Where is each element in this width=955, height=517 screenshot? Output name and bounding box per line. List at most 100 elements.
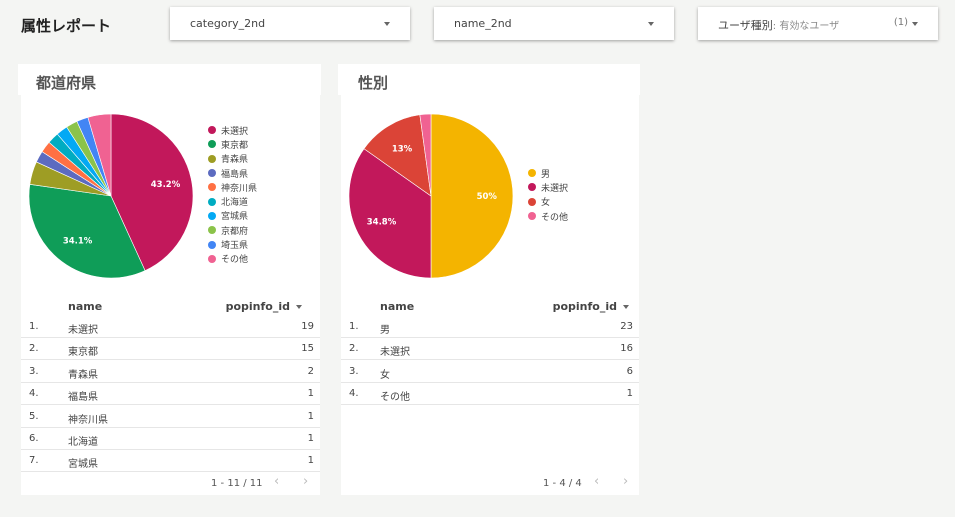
legend-label: 京都府 bbox=[221, 226, 249, 237]
prefecture-legend: 未選択東京都 青森県福島県 神奈川県北海道宮城県京都府埼玉県その他 bbox=[208, 123, 257, 266]
row-index: 4. bbox=[349, 388, 359, 400]
gender-col-value[interactable]: popinfo_id bbox=[553, 300, 629, 313]
prefecture-col-name[interactable]: name bbox=[68, 300, 102, 313]
legend-label: 男 bbox=[541, 169, 551, 180]
prefecture-pie-chart[interactable]: 43.2% 34.1% bbox=[21, 105, 201, 280]
row-value: 23 bbox=[620, 321, 633, 332]
category-filter[interactable]: category_2nd bbox=[170, 7, 410, 40]
legend-item[interactable]: 神奈川県 bbox=[208, 180, 257, 194]
row-name: 神奈川県 bbox=[68, 414, 108, 426]
category-filter-label: category_2nd bbox=[190, 17, 266, 30]
legend-item[interactable]: 京都府 bbox=[208, 223, 257, 237]
legend-item[interactable]: 青森県 bbox=[208, 152, 257, 166]
chevron-left-icon[interactable]: ‹ bbox=[274, 474, 279, 489]
row-value: 1 bbox=[626, 388, 633, 400]
prefecture-pager-text: 1 - 11 / 11 bbox=[211, 478, 263, 489]
legend-item[interactable]: 宮城県 bbox=[208, 209, 257, 223]
legend-item[interactable]: 東京都 bbox=[208, 137, 257, 151]
row-name: その他 bbox=[380, 392, 410, 404]
user-type-filter[interactable]: ユーザ種別: 有効なユーザ (1) bbox=[698, 7, 938, 40]
legend-dot-icon bbox=[528, 169, 536, 178]
legend-dot-icon bbox=[208, 140, 216, 149]
table-row[interactable]: 6. 北海道 1 bbox=[21, 428, 320, 450]
legend-dot-icon bbox=[208, 226, 216, 235]
row-value: 1 bbox=[307, 388, 314, 400]
row-name: 男 bbox=[380, 325, 390, 336]
table-row[interactable]: 7. 宮城県 1 bbox=[21, 450, 320, 473]
legend-dot-icon bbox=[208, 183, 216, 192]
chevron-right-icon[interactable]: › bbox=[623, 474, 628, 489]
legend-label: 未選択 bbox=[541, 183, 569, 194]
row-value: 19 bbox=[301, 321, 314, 332]
row-index: 1. bbox=[349, 321, 359, 332]
prefecture-card: 43.2% 34.1% 未選択 東京都 青森県 福島県 神奈川県 北海道 宮城県 京都府 埼玉県そ… bbox=[21, 95, 320, 495]
table-row[interactable]: 2. 東京都 15 bbox=[21, 338, 320, 361]
legend-label: その他 bbox=[221, 255, 249, 266]
table-row[interactable]: 1. 男 23 bbox=[341, 316, 639, 338]
legend-item[interactable]: 埼玉県 bbox=[208, 237, 257, 251]
row-name: 青森県 bbox=[68, 369, 98, 381]
legend-item[interactable]: 北海道 bbox=[208, 194, 257, 208]
legend-dot-icon bbox=[208, 254, 216, 263]
row-value: 1 bbox=[307, 410, 314, 422]
legend-item[interactable]: その他 bbox=[208, 252, 257, 266]
pie-slice-0[interactable] bbox=[430, 113, 514, 279]
legend-dot-icon bbox=[528, 197, 536, 206]
pie-data-label: 34.8% bbox=[367, 218, 397, 228]
pie-data-label: 50% bbox=[477, 192, 498, 202]
chevron-left-icon[interactable]: ‹ bbox=[594, 474, 599, 489]
legend-label: 東京都 bbox=[221, 140, 249, 151]
row-index: 3. bbox=[29, 365, 39, 377]
chevron-right-icon[interactable]: › bbox=[303, 474, 308, 489]
legend-label: 女 bbox=[541, 198, 551, 209]
legend-dot-icon bbox=[208, 240, 216, 249]
table-row[interactable]: 3. 女 6 bbox=[341, 361, 639, 383]
gender-pie-chart[interactable]: 50% 34.8% 13% bbox=[341, 105, 521, 280]
legend-label: 宮城県 bbox=[221, 212, 249, 223]
chevron-down-icon bbox=[648, 22, 654, 26]
legend-dot-icon bbox=[528, 183, 536, 192]
row-index: 3. bbox=[349, 365, 359, 377]
legend-label: 北海道 bbox=[221, 198, 249, 209]
legend-item[interactable]: 福島県 bbox=[208, 166, 257, 180]
table-row[interactable]: 4. 福島県 1 bbox=[21, 383, 320, 406]
prefecture-col-value[interactable]: popinfo_id bbox=[226, 300, 302, 313]
row-name: 宮城県 bbox=[68, 459, 98, 471]
table-row[interactable]: 1. 未選択 19 bbox=[21, 316, 320, 338]
legend-label: 未選択 bbox=[221, 126, 249, 137]
pie-data-label: 13% bbox=[392, 144, 413, 154]
name-filter[interactable]: name_2nd bbox=[434, 7, 674, 40]
table-row[interactable]: 5. 神奈川県 1 bbox=[21, 406, 320, 428]
row-index: 5. bbox=[29, 410, 39, 422]
row-name: 北海道 bbox=[68, 437, 98, 448]
gender-pager-text: 1 - 4 / 4 bbox=[543, 478, 582, 489]
legend-item[interactable]: 未選択 bbox=[208, 123, 257, 137]
legend-item[interactable]: 未選択 bbox=[528, 180, 568, 194]
prefecture-col-value-label: popinfo_id bbox=[225, 300, 290, 313]
row-value: 6 bbox=[626, 365, 633, 377]
gender-title-box: 性別 bbox=[338, 64, 640, 95]
legend-label: 埼玉県 bbox=[221, 241, 249, 252]
prefecture-title: 都道府県 bbox=[36, 74, 97, 92]
user-type-value: : 有効なユーザ bbox=[772, 21, 840, 32]
table-row[interactable]: 3. 青森県 2 bbox=[21, 361, 320, 383]
row-value: 16 bbox=[620, 343, 633, 355]
legend-item[interactable]: 男 bbox=[528, 166, 568, 180]
user-type-filter-label: ユーザ種別: 有効なユーザ bbox=[718, 17, 839, 33]
legend-dot-icon bbox=[208, 126, 216, 135]
legend-label: その他 bbox=[541, 212, 569, 223]
chevron-down-icon bbox=[912, 22, 918, 26]
row-name: 未選択 bbox=[68, 325, 98, 336]
sort-desc-icon bbox=[296, 305, 302, 309]
gender-col-name[interactable]: name bbox=[380, 300, 414, 313]
table-row[interactable]: 4. その他 1 bbox=[341, 383, 639, 406]
legend-item[interactable]: その他 bbox=[528, 209, 568, 223]
row-value: 2 bbox=[307, 365, 314, 377]
row-name: 東京都 bbox=[68, 347, 98, 359]
legend-label: 福島県 bbox=[221, 169, 249, 180]
row-value: 1 bbox=[307, 455, 314, 467]
legend-item[interactable]: 女 bbox=[528, 195, 568, 209]
row-index: 6. bbox=[29, 433, 39, 444]
table-row[interactable]: 2. 未選択 16 bbox=[341, 338, 639, 361]
legend-dot-icon bbox=[208, 169, 216, 178]
